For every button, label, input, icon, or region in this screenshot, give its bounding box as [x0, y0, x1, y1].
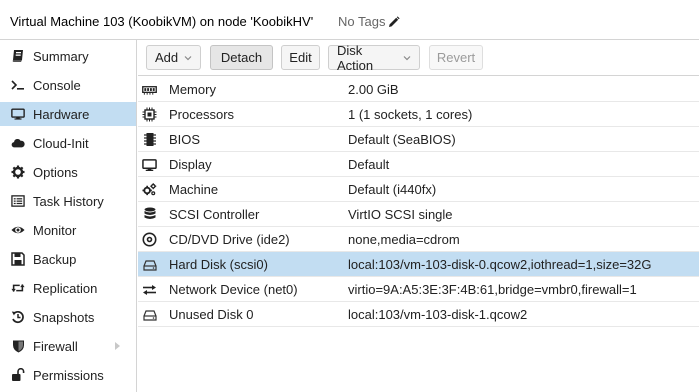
hardware-row-processors[interactable]: Processors 1 (1 sockets, 1 cores) — [138, 102, 699, 127]
sidebar-item-options[interactable]: Options — [0, 160, 136, 184]
hardware-row-label: BIOS — [169, 132, 201, 147]
pencil-icon[interactable] — [388, 15, 401, 28]
cdrom-icon — [142, 232, 157, 247]
hardware-row-label: SCSI Controller — [169, 207, 260, 222]
hardware-row-label: Network Device (net0) — [169, 282, 298, 297]
unlock-icon — [11, 368, 25, 382]
hardware-row-value: local:103/vm-103-disk-1.qcow2 — [348, 307, 528, 322]
sidebar-item-summary[interactable]: Summary — [0, 44, 136, 68]
sidebar-item-label: Monitor — [33, 222, 77, 238]
exchange-icon — [142, 282, 157, 297]
console-icon — [11, 78, 25, 92]
sidebar-item-monitor[interactable]: Monitor — [0, 218, 136, 242]
sidebar-item-task-history[interactable]: Task History — [0, 189, 136, 213]
hardware-row-value: 2.00 GiB — [348, 82, 399, 97]
sidebar-item-label: Firewall — [33, 338, 78, 354]
hardware-row-value: VirtIO SCSI single — [348, 207, 453, 222]
history-icon — [11, 310, 25, 324]
desktop-icon — [142, 157, 157, 172]
sidebar-item-label: Task History — [33, 193, 104, 209]
shield-icon — [11, 339, 25, 353]
sidebar-item-label: Snapshots — [33, 309, 95, 325]
sidebar-item-replication[interactable]: Replication — [0, 276, 136, 300]
sidebar-item-permissions[interactable]: Permissions — [0, 363, 136, 387]
memory-icon — [142, 82, 157, 97]
hardware-row-value: Default (SeaBIOS) — [348, 132, 456, 147]
floppy-icon — [11, 252, 25, 266]
sidebar-item-snapshots[interactable]: Snapshots — [0, 305, 136, 329]
edit-button-label: Edit — [289, 50, 312, 65]
cpu-icon — [142, 107, 157, 122]
hardware-row-hard-disk[interactable]: Hard Disk (scsi0) local:103/vm-103-disk-… — [138, 252, 699, 277]
retweet-icon — [11, 281, 25, 295]
hardware-row-label: Processors — [169, 107, 235, 122]
add-button-label: Add — [155, 50, 179, 65]
hardware-row-display[interactable]: Display Default — [138, 152, 699, 177]
tags-label: No Tags — [338, 14, 386, 29]
chip-icon — [142, 132, 157, 147]
list-icon — [11, 194, 25, 208]
hardware-row-unused-disk[interactable]: Unused Disk 0 local:103/vm-103-disk-1.qc… — [138, 302, 699, 327]
hdd-icon — [142, 257, 157, 272]
sidebar-item-label: Summary — [33, 48, 89, 64]
hardware-row-value: none,media=cdrom — [348, 232, 460, 247]
sidebar-item-label: Cloud-Init — [33, 135, 89, 151]
sidebar-item-firewall[interactable]: Firewall — [0, 334, 136, 358]
tags-area[interactable]: No Tags — [338, 14, 401, 29]
hdd-icon — [142, 307, 157, 322]
hardware-row-value: local:103/vm-103-disk-0.qcow2,iothread=1… — [348, 257, 652, 272]
hardware-row-label: Unused Disk 0 — [169, 307, 254, 322]
revert-button[interactable]: Revert — [429, 45, 483, 70]
hardware-row-value: virtio=9A:A5:3E:3F:4B:61,bridge=vmbr0,fi… — [348, 282, 637, 297]
gear-icon — [11, 165, 25, 179]
sidebar-item-label: Permissions — [33, 367, 104, 383]
sidebar-item-backup[interactable]: Backup — [0, 247, 136, 271]
detach-button[interactable]: Detach — [210, 45, 273, 70]
edit-button[interactable]: Edit — [281, 45, 320, 70]
summary-icon — [11, 49, 25, 63]
sidebar-item-label: Options — [33, 164, 78, 180]
hardware-row-label: Hard Disk (scsi0) — [169, 257, 268, 272]
hardware-row-label: CD/DVD Drive (ide2) — [169, 232, 290, 247]
vm-header: Virtual Machine 103 (KoobikVM) on node '… — [0, 0, 699, 40]
sidebar-item-label: Console — [33, 77, 81, 93]
hardware-row-memory[interactable]: Memory 2.00 GiB — [138, 77, 699, 102]
add-button[interactable]: Add — [146, 45, 201, 70]
cogs-icon — [142, 182, 157, 197]
sidebar-item-label: Hardware — [33, 106, 90, 122]
disk-action-button[interactable]: Disk Action — [328, 42, 420, 73]
sidebar-item-hardware[interactable]: Hardware — [0, 102, 136, 126]
hardware-row-machine[interactable]: Machine Default (i440fx) — [138, 177, 699, 202]
chevron-down-icon — [403, 54, 411, 62]
hardware-row-scsi-controller[interactable]: SCSI Controller VirtIO SCSI single — [138, 202, 699, 227]
hardware-row-network-device[interactable]: Network Device (net0) virtio=9A:A5:3E:3F… — [138, 277, 699, 302]
hardware-row-bios[interactable]: BIOS Default (SeaBIOS) — [138, 127, 699, 152]
sidebar-item-label: Replication — [33, 280, 98, 296]
detach-button-label: Detach — [220, 50, 263, 65]
sidebar-item-cloud-init[interactable]: Cloud-Init — [0, 131, 136, 155]
expand-arrow-icon[interactable] — [115, 342, 120, 350]
revert-button-label: Revert — [436, 50, 476, 65]
cloud-icon — [11, 136, 25, 150]
vm-sidebar: Summary Console Hardware Cloud-Init Opti… — [0, 40, 137, 392]
vm-title: Virtual Machine 103 (KoobikVM) on node '… — [10, 14, 314, 29]
monitor-icon — [11, 107, 25, 121]
disk-action-button-label: Disk Action — [337, 42, 374, 73]
hardware-row-label: Display — [169, 157, 212, 172]
hardware-row-label: Memory — [169, 82, 216, 97]
hardware-row-cdrom[interactable]: CD/DVD Drive (ide2) none,media=cdrom — [138, 227, 699, 252]
hardware-toolbar: Add Detach Edit Disk Action Revert — [138, 40, 699, 76]
database-icon — [142, 207, 157, 222]
hardware-row-value: Default — [348, 157, 390, 172]
sidebar-item-label: Backup — [33, 251, 77, 267]
hardware-row-value: Default (i440fx) — [348, 182, 437, 197]
chevron-down-icon — [184, 54, 192, 62]
hardware-row-value: 1 (1 sockets, 1 cores) — [348, 107, 473, 122]
hardware-row-label: Machine — [169, 182, 219, 197]
sidebar-item-console[interactable]: Console — [0, 73, 136, 97]
eye-icon — [11, 223, 25, 237]
